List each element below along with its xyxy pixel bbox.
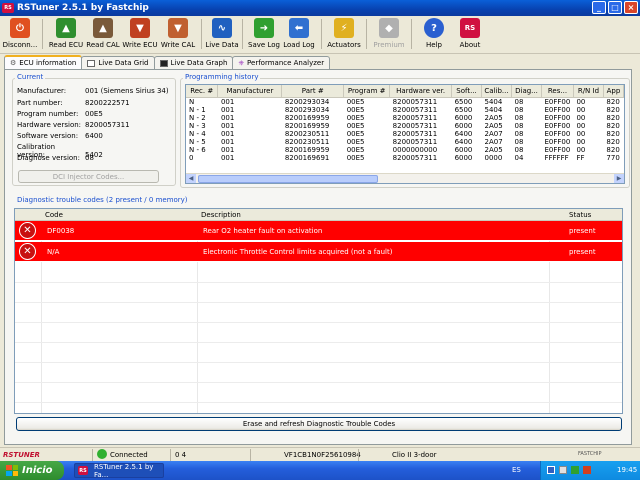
taskbar-item-rstuner[interactable]: RS RSTuner 2.5.1 by Fa... [74, 463, 164, 479]
save-log-icon: ➜ [254, 18, 274, 38]
app-icon[interactable]: RS [2, 3, 14, 13]
help-button[interactable]: ? Help [416, 16, 452, 52]
help-icon: ? [424, 18, 444, 38]
write-ecu-icon: ▼ [130, 18, 150, 38]
tray-update-icon[interactable] [583, 466, 591, 474]
field-manufacturer: Manufacturer: 001 (Siemens Sirius 34) [17, 87, 169, 95]
erase-dtc-button[interactable]: Erase and refresh Diagnostic Trouble Cod… [16, 417, 622, 431]
history-row[interactable]: N 001 8200293034 00E5 8200057311 6500 5404 08 E0… [186, 97, 624, 106]
premium-button[interactable]: ◆ Premium [371, 16, 407, 52]
disconnect-button[interactable]: ⏻ Disconn... [2, 16, 38, 52]
field-software-version: Software version: 6400 [17, 132, 103, 140]
language-indicator[interactable]: ES [512, 466, 521, 474]
dtc-grid[interactable]: Code Description Status ✕ DF0038 Rear O2… [14, 208, 623, 414]
save-log-button[interactable]: ➜ Save Log [247, 16, 281, 52]
scroll-right-icon[interactable]: ▶ [614, 174, 624, 183]
tab-strip: ⚙ ECU information Live Data Grid Live Da… [4, 55, 331, 69]
title-bar[interactable]: RS RSTuner 2.5.1 by Fastchip _ □ × [0, 0, 640, 16]
history-row[interactable]: N - 1 001 8200293034 00E5 8200057311 6500 5404… [186, 106, 624, 114]
write-cal-icon: ▼ [168, 18, 188, 38]
dci-injector-codes-button[interactable]: DCI Injector Codes... [18, 170, 159, 183]
connected-icon [97, 449, 107, 459]
dtc-row[interactable]: ✕ N/A Electronic Throttle Control limits… [15, 242, 622, 262]
connection-status: Connected [110, 451, 148, 459]
chart-icon: ⎈ [238, 58, 245, 67]
history-header-row: Rec. # Manufacturer Part # Program # Har… [186, 85, 624, 98]
history-row[interactable]: N - 2 001 8200169959 00E5 8200057311 6000 2A05… [186, 114, 624, 122]
tray-volume-icon[interactable] [559, 466, 567, 474]
dtc-header-row: Code Description Status [15, 209, 622, 221]
live-data-button[interactable]: ∿ Live Data [205, 16, 239, 52]
dtc-heading: Diagnostic trouble codes (2 present / 0 … [15, 196, 190, 204]
gear-icon: ⚙ [10, 59, 17, 67]
history-horizontal-scrollbar[interactable]: ◀ ▶ [186, 173, 624, 183]
about-button[interactable]: RS About [452, 16, 488, 52]
read-ecu-icon: ▲ [56, 18, 76, 38]
renault-logo-icon: ◆ [379, 18, 399, 38]
vehicle-model: Clio II 3-door [392, 451, 437, 459]
field-diagnose-version: Diagnose version: 08 [17, 154, 94, 162]
rstuner-logo: RSTUNER [3, 451, 40, 459]
scroll-left-icon[interactable]: ◀ [186, 174, 196, 183]
load-log-icon: ⬅ [289, 18, 309, 38]
tray-network-icon[interactable] [547, 466, 555, 474]
grid-icon [87, 59, 96, 67]
tray-security-icon[interactable] [571, 466, 579, 474]
close-button[interactable]: × [624, 1, 638, 14]
field-part-number: Part number: 8200222571 [17, 99, 130, 107]
read-cal-button[interactable]: ▲ Read CAL [85, 16, 121, 52]
toolbar: ⏻ Disconn... ▲ Read ECU ▲ Read CAL ▼ Wri… [0, 16, 640, 54]
read-cal-icon: ▲ [93, 18, 113, 38]
history-row[interactable]: 0 001 8200169691 00E5 8200057311 6000 0000 04 FF… [186, 154, 624, 162]
write-cal-button[interactable]: ▼ Write CAL [159, 16, 197, 52]
live-data-icon: ∿ [212, 18, 232, 38]
error-icon: ✕ [19, 222, 36, 239]
history-row[interactable]: N - 5 001 8200230511 00E5 8200057311 6400 2A07… [186, 138, 624, 146]
error-icon: ✕ [19, 243, 36, 260]
windows-flag-icon [6, 465, 18, 476]
status-bar: RSTUNER Connected 0 4 VF1CB1N0F25610984 … [0, 447, 640, 461]
actuators-icon: ⚡ [334, 18, 354, 38]
clock[interactable]: 19:45 [617, 466, 637, 474]
windows-taskbar: Inicio RS RSTuner 2.5.1 by Fa... ES 19:4… [0, 461, 640, 480]
graph-icon [159, 59, 168, 67]
system-tray: 19:45 [540, 461, 640, 480]
write-ecu-button[interactable]: ▼ Write ECU [121, 16, 159, 52]
fastchip-logo: FASTCHIP [578, 451, 602, 457]
minimize-button[interactable]: _ [592, 1, 606, 14]
programming-history-grid[interactable]: Rec. # Manufacturer Part # Program # Har… [185, 84, 625, 184]
scroll-thumb[interactable] [198, 175, 378, 183]
history-row[interactable]: N - 3 001 8200169959 00E5 8200057311 6000 2A05… [186, 122, 624, 130]
tab-performance-analyzer[interactable]: ⎈ Performance Analyzer [232, 56, 331, 69]
window-title: RSTuner 2.5.1 by Fastchip [17, 3, 149, 13]
history-row[interactable]: N - 6 001 8200169959 00E5 0000000000 6000 2A05… [186, 146, 624, 154]
app-icon: RS [78, 466, 88, 475]
field-program-number: Program number: 00E5 [17, 110, 103, 118]
dtc-row[interactable]: ✕ DF0038 Rear O2 heater fault on activat… [15, 221, 622, 241]
maximize-button[interactable]: □ [608, 1, 622, 14]
tab-live-data-grid[interactable]: Live Data Grid [81, 56, 155, 69]
tab-ecu-information[interactable]: ⚙ ECU information [4, 55, 83, 69]
status-counter: 0 4 [175, 451, 187, 459]
about-icon: RS [460, 18, 480, 38]
vin-number: VF1CB1N0F25610984 [284, 451, 361, 459]
history-row[interactable]: N - 4 001 8200230511 00E5 8200057311 6400 2A07… [186, 130, 624, 138]
power-icon: ⏻ [10, 18, 30, 38]
tab-live-data-graph[interactable]: Live Data Graph [153, 56, 234, 69]
start-button[interactable]: Inicio [0, 461, 64, 480]
load-log-button[interactable]: ⬅ Load Log [281, 16, 317, 52]
read-ecu-button[interactable]: ▲ Read ECU [47, 16, 85, 52]
field-hardware-version: Hardware version: 8200057311 [17, 121, 130, 129]
actuators-button[interactable]: ⚡ Actuators [326, 16, 362, 52]
current-heading: Current [15, 73, 46, 81]
programming-history-heading: Programming history [183, 73, 261, 81]
